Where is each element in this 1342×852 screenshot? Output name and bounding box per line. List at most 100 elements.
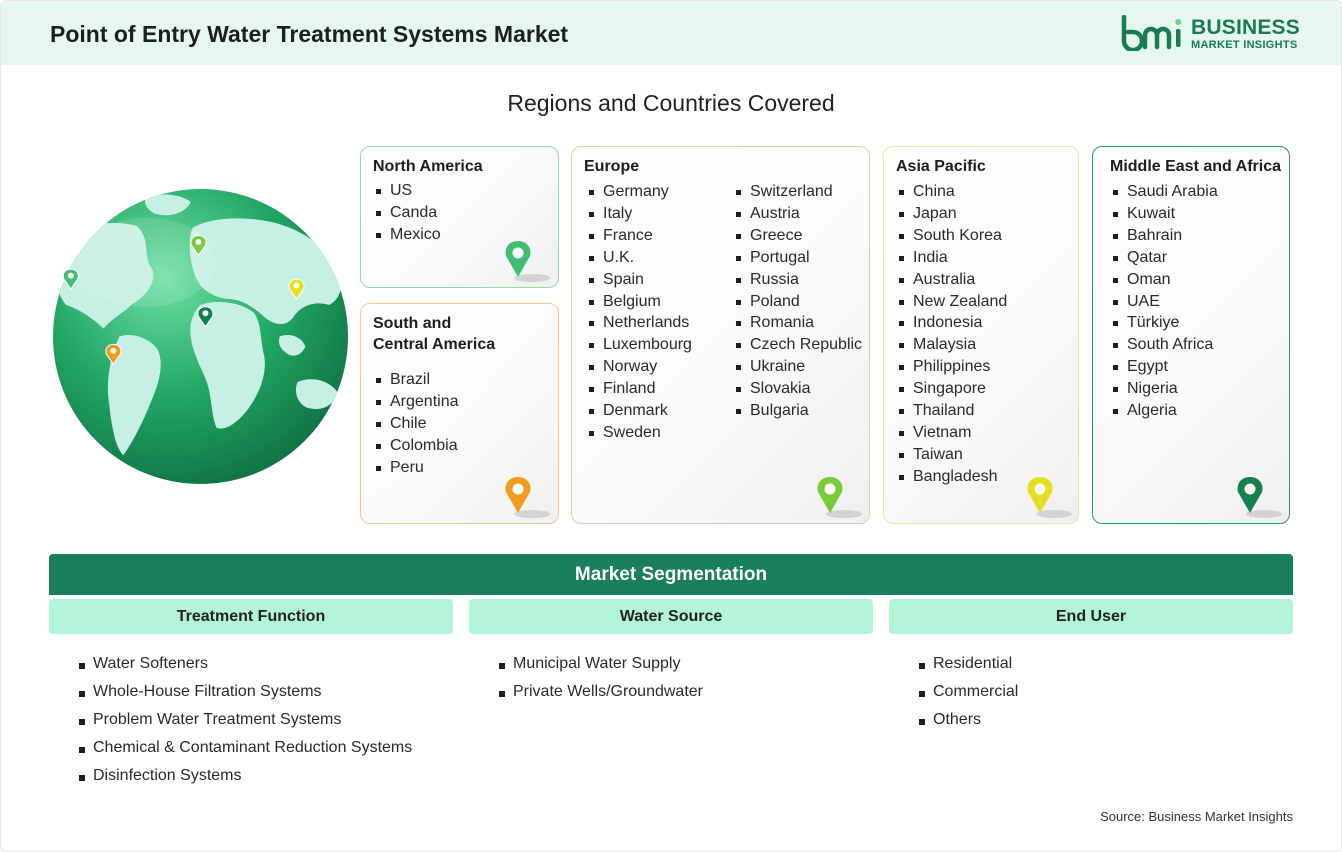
country-item: South Africa [1110,334,1218,356]
segment-item: Water Softeners [79,650,412,678]
country-item: Bangladesh [896,466,1007,488]
country-item: Saudi Arabia [1110,181,1218,203]
region-card-south-central-america: South and Central America Brazil Argenti… [360,303,559,524]
region-card-asia-pacific: Asia Pacific China Japan South Korea Ind… [883,146,1079,524]
country-list: Saudi Arabia Kuwait Bahrain Qatar Oman U… [1110,181,1218,422]
segment-item: Problem Water Treatment Systems [79,706,412,734]
source-note: Source: Business Market Insights [1100,809,1293,824]
country-item: Slovakia [733,378,862,400]
country-item: Kuwait [1110,203,1218,225]
country-item: Poland [733,291,862,313]
segment-heading-treatment-function: Treatment Function [49,599,453,634]
regions-title: Regions and Countries Covered [507,90,835,116]
country-item: Finland [586,378,692,400]
country-item: Bahrain [1110,225,1218,247]
country-item: Ukraine [733,356,862,378]
country-item: Qatar [1110,247,1218,269]
segment-item: Whole-House Filtration Systems [79,678,412,706]
country-item: Singapore [896,378,1007,400]
country-item: Russia [733,269,862,291]
logo-line-1: BUSINESS [1191,16,1300,39]
country-item: Egypt [1110,356,1218,378]
country-item: Peru [373,457,459,479]
segment-item: Chemical & Contaminant Reduction Systems [79,734,412,762]
country-item: US [373,180,441,202]
country-item: Japan [896,203,1007,225]
globe-illustration [52,188,349,485]
country-item: Sweden [586,422,692,444]
segment-item: Private Wells/Groundwater [499,678,703,706]
region-title-line-1: South and [373,315,452,332]
region-card-europe: Europe Germany Italy France U.K. Spain B… [571,146,870,524]
segment-list-water-source: Municipal Water Supply Private Wells/Gro… [499,650,703,706]
country-item: Mexico [373,224,441,246]
country-item: Australia [896,269,1007,291]
country-item: France [586,225,692,247]
country-item: India [896,247,1007,269]
country-item: Spain [586,269,692,291]
country-item: Bulgaria [733,400,862,422]
country-item: Luxembourg [586,334,692,356]
country-item: Belgium [586,291,692,313]
country-item: UAE [1110,291,1218,313]
country-list: China Japan South Korea India Australia … [896,181,1007,488]
header-banner: Point of Entry Water Treatment Systems M… [1,1,1341,65]
country-item: Czech Republic [733,334,862,356]
region-card-middle-east-africa: Middle East and Africa Saudi Arabia Kuwa… [1092,146,1290,524]
country-item: Indonesia [896,312,1007,334]
country-item: Portugal [733,247,862,269]
country-list-column-2: Switzerland Austria Greece Portugal Russ… [733,181,862,422]
country-item: Netherlands [586,312,692,334]
segmentation-title: Market Segmentation [49,554,1293,595]
country-item: Switzerland [733,181,862,203]
bmi-logo-icon [1121,15,1182,51]
country-item: Algeria [1110,400,1218,422]
region-title-line-2: Central America [373,336,496,353]
segment-heading-end-user: End User [889,599,1293,634]
country-item: Norway [586,356,692,378]
country-item: U.K. [586,247,692,269]
country-item: Denmark [586,400,692,422]
map-pin-icon [1237,477,1282,518]
map-pin-icon [1027,477,1072,518]
segment-item: Others [919,706,1018,734]
country-item: Canda [373,202,441,224]
country-item: Romania [733,312,862,334]
country-item: Italy [586,203,692,225]
page-title: Point of Entry Water Treatment Systems M… [50,21,569,47]
country-item: Thailand [896,400,1007,422]
country-item: Vietnam [896,422,1007,444]
map-pin-icon [505,241,550,282]
country-item: Türkiye [1110,312,1218,334]
country-item: Malaysia [896,334,1007,356]
country-item: Nigeria [1110,378,1218,400]
country-item: China [896,181,1007,203]
country-list-column-1: Germany Italy France U.K. Spain Belgium … [586,181,692,444]
brand-logo: BUSINESS MARKET INSIGHTS [1121,15,1301,55]
segment-item: Residential [919,650,1018,678]
country-item: Taiwan [896,444,1007,466]
segment-heading-water-source: Water Source [469,599,873,634]
segment-list-treatment-function: Water Softeners Whole-House Filtration S… [79,650,412,790]
country-item: New Zealand [896,291,1007,313]
country-item: Oman [1110,269,1218,291]
country-item: Chile [373,413,459,435]
country-item: Philippines [896,356,1007,378]
region-title: Europe [584,158,640,175]
logo-line-2: MARKET INSIGHTS [1191,39,1298,51]
map-pin-icon [505,477,550,518]
region-title: South and Central America [373,313,495,355]
country-item: South Korea [896,225,1007,247]
country-item: Greece [733,225,862,247]
country-item: Colombia [373,435,459,457]
map-pin-icon [817,477,862,518]
segment-item: Commercial [919,678,1018,706]
country-item: Austria [733,203,862,225]
segment-item: Disinfection Systems [79,762,412,790]
region-title: Middle East and Africa [1110,158,1281,175]
region-card-north-america: North America US Canda Mexico [360,146,559,288]
segment-item: Municipal Water Supply [499,650,703,678]
region-title: Asia Pacific [896,158,986,175]
segment-list-end-user: Residential Commercial Others [919,650,1018,734]
country-list: US Canda Mexico [373,180,441,246]
